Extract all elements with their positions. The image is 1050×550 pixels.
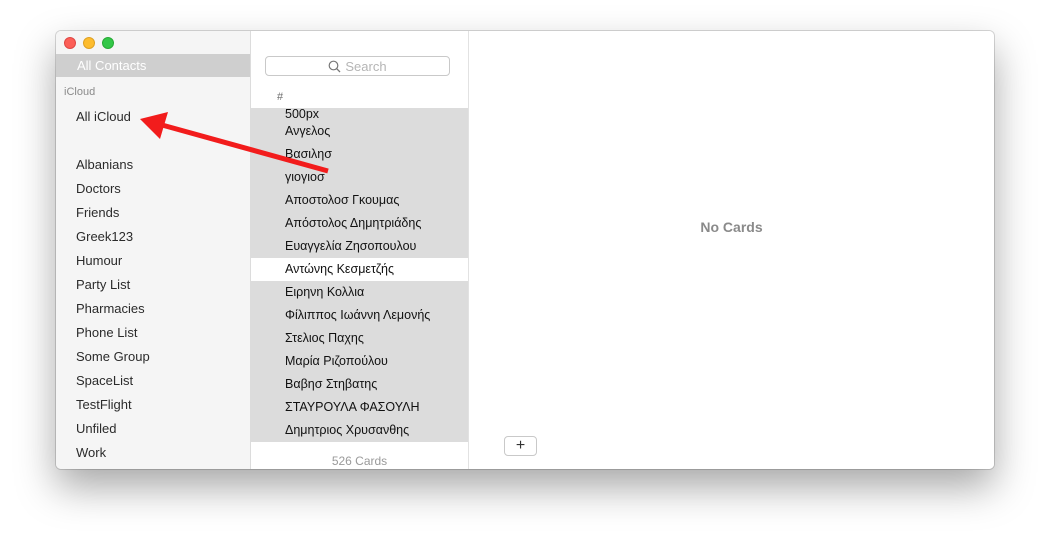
sidebar-item-group[interactable]: SpaceList	[76, 373, 133, 388]
search-input[interactable]: Search	[265, 56, 450, 76]
sidebar-item-group[interactable]: Friends	[76, 205, 119, 220]
close-button[interactable]	[64, 37, 76, 49]
sidebar-item-all-icloud[interactable]: All iCloud	[76, 109, 131, 124]
contact-row[interactable]: 500px	[251, 108, 468, 120]
sidebar-item-group[interactable]: Albanians	[76, 157, 133, 172]
window-controls	[64, 37, 114, 49]
contact-row[interactable]: γιογιοσ	[251, 166, 468, 189]
contact-row[interactable]: Βασιλησ	[251, 143, 468, 166]
contact-row[interactable]: Δημητριος Χρυσανθης	[251, 419, 468, 442]
contact-row[interactable]: Μαρία Ριζοπούλου	[251, 350, 468, 373]
empty-state-label: No Cards	[700, 219, 763, 235]
contact-row[interactable]: Ειρηνη Κολλια	[251, 281, 468, 304]
sidebar-item-group[interactable]: Some Group	[76, 349, 150, 364]
contact-row[interactable]: Στελιος Παχης	[251, 327, 468, 350]
sidebar-item-group[interactable]: Greek123	[76, 229, 133, 244]
sidebar-item-group[interactable]: Doctors	[76, 181, 121, 196]
detail-pane: No Cards +	[469, 31, 994, 469]
contact-list-pane: Search # 500px Ανγελος Βασιλησ γιογιοσ Αποστ…	[251, 31, 469, 469]
sidebar-item-group[interactable]: Phone List	[76, 325, 137, 340]
plus-icon: +	[515, 437, 526, 454]
card-count: 526 Cards	[331, 454, 388, 468]
search-placeholder: Search	[345, 58, 387, 74]
minimize-button[interactable]	[83, 37, 95, 49]
contact-row[interactable]: Βαβησ Στηβατης	[251, 373, 468, 396]
contact-row[interactable]: ΣΤΑΥΡΟΥΛΑ ΦΑΣΟΥΛΗ	[251, 396, 468, 419]
contact-row[interactable]: Απόστολος Δημητριάδης	[251, 212, 468, 235]
sidebar: All Contacts iCloud All iCloud Albanians…	[56, 31, 251, 469]
sidebar-item-all-contacts[interactable]: All Contacts	[56, 54, 250, 77]
zoom-button[interactable]	[102, 37, 114, 49]
section-index-header: #	[277, 91, 284, 103]
contact-row[interactable]: Ανγελος	[251, 120, 468, 143]
search-icon	[328, 60, 341, 72]
contact-row[interactable]: Φίλιππος Ιωάννη Λεμονής	[251, 304, 468, 327]
contacts-window: All Contacts iCloud All iCloud Albanians…	[56, 31, 994, 469]
section-header-icloud: iCloud	[64, 86, 96, 98]
contact-row[interactable]: Ευαγγελία Ζησοπουλου	[251, 235, 468, 258]
sidebar-item-group[interactable]: Humour	[76, 253, 122, 268]
add-contact-button[interactable]: +	[504, 436, 537, 456]
sidebar-item-group[interactable]: Work	[76, 445, 106, 460]
contact-row[interactable]: Αποστολοσ Γκουμας	[251, 189, 468, 212]
sidebar-item-group[interactable]: Pharmacies	[76, 301, 145, 316]
sidebar-item-group[interactable]: Party List	[76, 277, 130, 292]
contact-row[interactable]: Αντώνης Κεσμετζής	[251, 258, 468, 281]
contact-list: 500px Ανγελος Βασιλησ γιογιοσ Αποστολοσ Γκου…	[251, 108, 468, 442]
sidebar-item-group[interactable]: TestFlight	[76, 397, 132, 412]
sidebar-item-group[interactable]: Unfiled	[76, 421, 116, 436]
